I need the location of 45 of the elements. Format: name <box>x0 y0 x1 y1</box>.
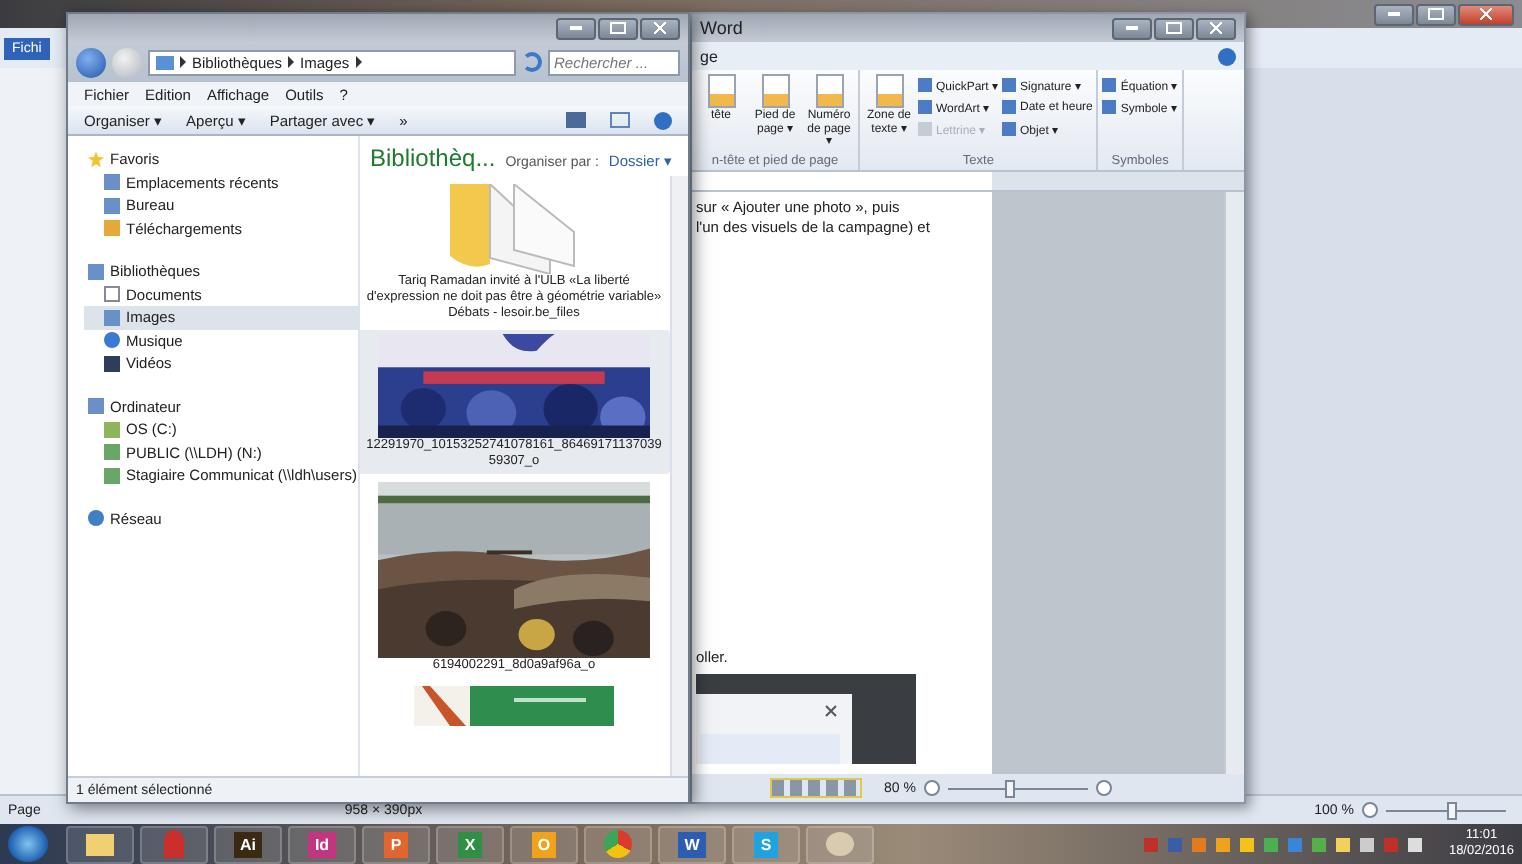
taskbar-button[interactable]: Id <box>288 825 356 863</box>
maximize-button[interactable] <box>1154 17 1194 39</box>
app-icon: X <box>458 831 482 857</box>
close-button[interactable] <box>1196 17 1236 39</box>
scrollbar[interactable] <box>1224 192 1244 774</box>
app-icon: Ai <box>234 831 262 857</box>
app-icon: Id <box>308 831 336 857</box>
folder-icon <box>86 833 114 855</box>
back-button[interactable] <box>76 47 106 77</box>
figure-icon <box>164 830 184 858</box>
preview-pane-icon[interactable] <box>610 112 630 128</box>
window-title: Word <box>700 18 743 38</box>
help-icon[interactable] <box>654 111 672 129</box>
taskbar-button[interactable]: W <box>658 825 726 863</box>
app-icon: O <box>531 831 557 857</box>
zoom-out-button[interactable] <box>923 780 940 796</box>
app-icon: P <box>384 831 408 857</box>
scrollbar[interactable] <box>670 176 688 776</box>
refresh-icon[interactable] <box>522 52 542 72</box>
minimize-button[interactable] <box>1374 3 1414 25</box>
maximize-button[interactable] <box>1416 3 1456 25</box>
zoom-out-button[interactable] <box>1362 802 1378 818</box>
browser-icon <box>604 830 632 858</box>
chevron-icon[interactable] <box>288 56 295 68</box>
taskbar-button[interactable]: Ai <box>214 825 282 863</box>
app-icon: S <box>754 831 778 857</box>
ribbon-tab[interactable]: ge <box>700 47 718 65</box>
close-button[interactable] <box>1458 3 1514 25</box>
taskbar-button[interactable] <box>584 825 652 863</box>
start-button[interactable] <box>8 826 48 862</box>
library-title: Bibliothèq... <box>370 144 496 172</box>
library-icon <box>156 55 174 69</box>
taskbar-button[interactable]: X <box>436 825 504 863</box>
chevron-icon[interactable] <box>180 56 186 68</box>
close-button[interactable] <box>640 17 680 39</box>
minimize-button[interactable] <box>556 17 596 39</box>
app-icon: W <box>678 831 706 857</box>
view-buttons-icon[interactable] <box>772 780 860 796</box>
minimize-button[interactable] <box>1112 17 1152 39</box>
help-icon[interactable] <box>1218 47 1236 65</box>
palette-icon <box>826 832 854 856</box>
zoom-in-button[interactable] <box>1095 780 1112 796</box>
taskbar-button[interactable] <box>66 825 134 863</box>
maximize-button[interactable] <box>598 17 638 39</box>
chevron-icon[interactable] <box>355 56 362 68</box>
